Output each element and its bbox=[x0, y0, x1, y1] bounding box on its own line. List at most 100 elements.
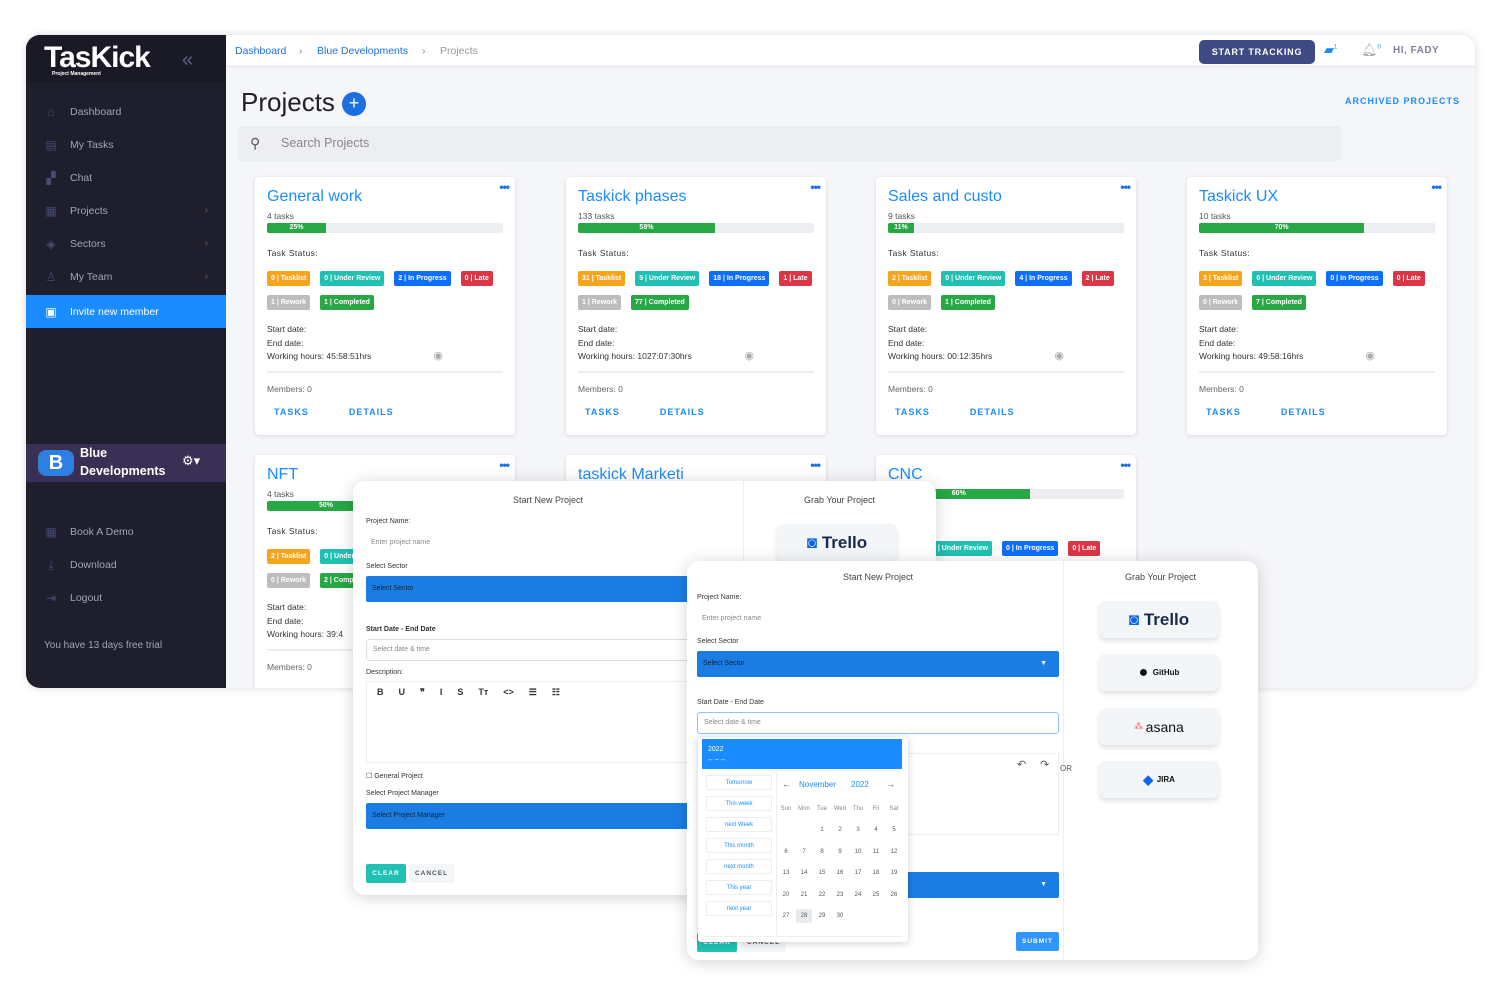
calendar-day[interactable]: 12 bbox=[886, 845, 902, 859]
redo-icon[interactable]: ↷ bbox=[1040, 758, 1049, 771]
breadcrumb-team[interactable]: Blue Developments bbox=[317, 45, 408, 57]
project-name-input[interactable]: Enter project name bbox=[371, 539, 430, 546]
more-options-icon[interactable]: ••• bbox=[1431, 180, 1442, 194]
sidebar-item-book-a-demo[interactable]: ▦ Book A Demo bbox=[26, 515, 226, 548]
trello-button[interactable]: ◙ Trello bbox=[777, 524, 897, 561]
collapse-sidebar-icon[interactable]: « bbox=[182, 49, 193, 72]
taskick-logo[interactable]: TasKick Project Management bbox=[44, 41, 151, 77]
more-options-icon[interactable]: ••• bbox=[810, 458, 821, 472]
project-name-input[interactable]: Enter project name bbox=[702, 615, 761, 622]
chat-icon[interactable]: ▰1 bbox=[1324, 42, 1337, 58]
calendar-day[interactable]: 7 bbox=[796, 845, 812, 859]
more-options-icon[interactable]: ••• bbox=[1120, 458, 1131, 472]
undo-icon[interactable]: ↶ bbox=[1017, 758, 1026, 771]
github-button[interactable]: ● GitHub bbox=[1099, 654, 1219, 691]
preset-this-year[interactable]: This year bbox=[706, 880, 772, 895]
preset-tomorrow[interactable]: Tomorrow bbox=[706, 775, 772, 790]
calendar-day[interactable]: 6 bbox=[778, 845, 794, 859]
calendar-day[interactable]: 11 bbox=[868, 845, 884, 859]
breadcrumb-dashboard[interactable]: Dashboard bbox=[235, 45, 286, 57]
calendar-day[interactable]: 23 bbox=[832, 888, 848, 902]
description-editor[interactable]: ↶ ↷ bbox=[897, 753, 1059, 835]
start-tracking-button[interactable]: START TRACKING bbox=[1199, 40, 1315, 64]
calendar-day[interactable]: 27 bbox=[778, 909, 794, 923]
submit-button[interactable]: SUBMIT bbox=[1016, 932, 1059, 951]
team-settings-icon[interactable]: ⚙▾ bbox=[182, 453, 200, 469]
calendar-day[interactable]: 30 bbox=[832, 909, 848, 923]
calendar-day[interactable]: 22 bbox=[814, 888, 830, 902]
details-link[interactable]: DETAILS bbox=[349, 407, 394, 417]
sidebar-item-projects[interactable]: ▦ Projects › bbox=[26, 194, 226, 227]
trello-button[interactable]: ◙ Trello bbox=[1099, 601, 1219, 638]
calendar-day[interactable]: 18 bbox=[868, 866, 884, 880]
editor-tool-button[interactable]: U bbox=[399, 687, 406, 698]
calendar-day[interactable]: 4 bbox=[868, 823, 884, 837]
sidebar-item-my-team[interactable]: ♙ My Team › bbox=[26, 260, 226, 293]
preset-next-year[interactable]: next year bbox=[706, 901, 772, 916]
editor-tool-button[interactable]: <> bbox=[503, 687, 514, 698]
editor-tool-button[interactable]: ❞ bbox=[420, 687, 425, 698]
next-month-icon[interactable]: → bbox=[886, 779, 895, 789]
invite-member-button[interactable]: ▣ Invite new member bbox=[26, 295, 226, 328]
preset-next-month[interactable]: next month bbox=[706, 859, 772, 874]
preset-next-week[interactable]: next Week bbox=[706, 817, 772, 832]
details-link[interactable]: DETAILS bbox=[1281, 407, 1326, 417]
project-card[interactable]: Sales and custo ••• 9 tasks 11% Task Status:… bbox=[876, 177, 1136, 435]
calendar-day[interactable]: 13 bbox=[778, 866, 794, 880]
tasks-link[interactable]: TASKS bbox=[895, 407, 930, 417]
calendar-day[interactable]: 17 bbox=[850, 866, 866, 880]
calendar-day[interactable]: 26 bbox=[886, 888, 902, 902]
tasks-link[interactable]: TASKS bbox=[274, 407, 309, 417]
archived-projects-link[interactable]: ARCHIVED PROJECTS bbox=[1345, 96, 1460, 106]
calendar-day[interactable]: 1 bbox=[814, 823, 830, 837]
manager-select[interactable]: ▼ bbox=[897, 872, 1059, 898]
asana-button[interactable]: ⁂ asana bbox=[1099, 708, 1219, 745]
tasks-link[interactable]: TASKS bbox=[585, 407, 620, 417]
project-title[interactable]: Taskick phases bbox=[578, 188, 814, 206]
sector-select[interactable]: Select Sector ▼ bbox=[697, 651, 1059, 677]
editor-tool-button[interactable]: Tт bbox=[478, 687, 488, 698]
prev-month-icon[interactable]: ← bbox=[782, 779, 791, 789]
sidebar-item-chat[interactable]: ▞ Chat bbox=[26, 161, 226, 194]
sector-select[interactable]: Select Sector bbox=[366, 576, 706, 602]
eye-icon[interactable]: ◉ bbox=[744, 350, 754, 364]
project-title[interactable]: Taskick UX bbox=[1199, 188, 1435, 206]
more-options-icon[interactable]: ••• bbox=[810, 180, 821, 194]
eye-icon[interactable]: ◉ bbox=[1365, 350, 1375, 364]
editor-tool-button[interactable]: S bbox=[457, 687, 463, 698]
date-range-input[interactable]: Select date & time bbox=[366, 639, 706, 661]
project-title[interactable]: Sales and custo bbox=[888, 188, 1124, 206]
calendar-day[interactable]: 25 bbox=[868, 888, 884, 902]
calendar-day[interactable]: 2 bbox=[832, 823, 848, 837]
preset-this-week[interactable]: This week bbox=[706, 796, 772, 811]
details-link[interactable]: DETAILS bbox=[970, 407, 1015, 417]
details-link[interactable]: DETAILS bbox=[660, 407, 705, 417]
jira-button[interactable]: ◆ JIRA bbox=[1099, 761, 1219, 798]
cancel-button[interactable]: CANCEL bbox=[409, 864, 454, 883]
project-card[interactable]: Taskick phases ••• 133 tasks 58% Task Status… bbox=[566, 177, 826, 435]
tasks-link[interactable]: TASKS bbox=[1206, 407, 1241, 417]
preset-this-month[interactable]: This month bbox=[706, 838, 772, 853]
calendar-day[interactable]: 29 bbox=[814, 909, 830, 923]
eye-icon[interactable]: ◉ bbox=[1054, 350, 1064, 364]
year-select[interactable]: 2022 bbox=[851, 780, 869, 789]
sidebar-item-logout[interactable]: ⇥ Logout bbox=[26, 581, 226, 614]
add-project-button[interactable]: + bbox=[342, 92, 366, 116]
user-greeting[interactable]: HI, FADY bbox=[1393, 45, 1439, 56]
month-select[interactable]: November bbox=[799, 780, 836, 789]
calendar-day[interactable]: 24 bbox=[850, 888, 866, 902]
editor-tool-button[interactable]: ☰ bbox=[529, 687, 537, 698]
calendar-day[interactable]: 8 bbox=[814, 845, 830, 859]
calendar-day[interactable]: 16 bbox=[832, 866, 848, 880]
editor-tool-button[interactable]: B bbox=[377, 687, 384, 698]
bell-icon[interactable]: 🔔︎0 bbox=[1361, 42, 1381, 58]
calendar-day[interactable]: 15 bbox=[814, 866, 830, 880]
editor-tool-button[interactable]: ☷ bbox=[552, 687, 560, 698]
sidebar-item-dashboard[interactable]: ⌂ Dashboard bbox=[26, 95, 226, 128]
calendar-day[interactable]: 19 bbox=[886, 866, 902, 880]
calendar-day[interactable]: 20 bbox=[778, 888, 794, 902]
calendar-day[interactable]: 10 bbox=[850, 845, 866, 859]
date-range-input[interactable]: Select date & time bbox=[697, 712, 1059, 734]
calendar-day[interactable]: 21 bbox=[796, 888, 812, 902]
manager-select[interactable]: Select Project Manager bbox=[366, 803, 706, 829]
